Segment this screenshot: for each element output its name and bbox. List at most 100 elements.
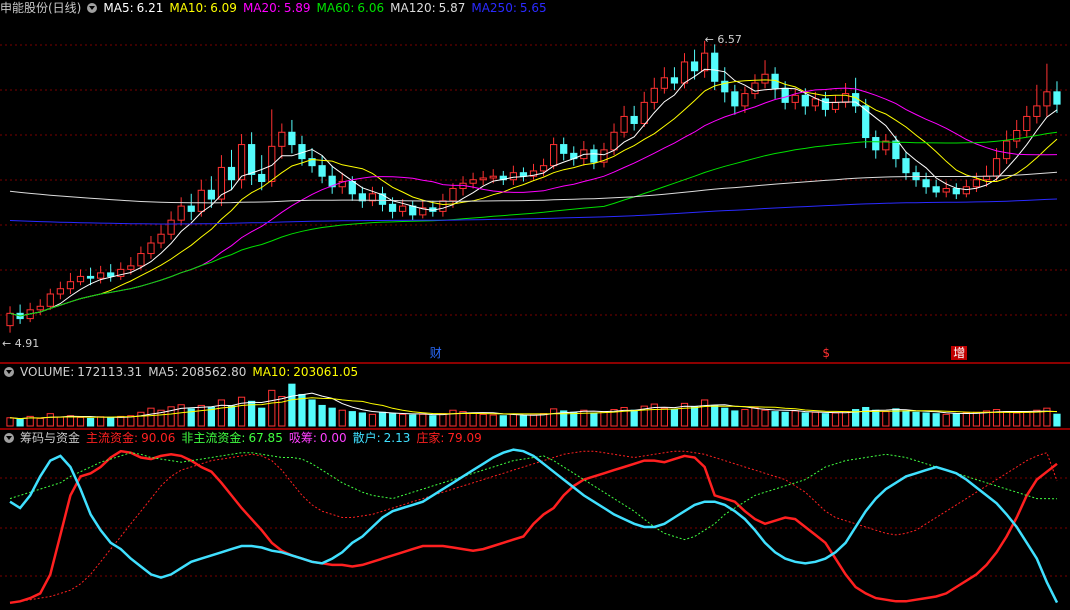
volume-bar [942,413,950,427]
candle-body [399,205,407,212]
candle-body [147,242,155,255]
volume-bar [972,411,981,427]
volume-bar [580,409,588,427]
candle-body [550,144,558,167]
candle-body [56,288,64,295]
volume-bar [932,413,940,427]
volume-bar [831,412,840,427]
volume-bar [16,418,24,427]
candle-body [902,158,910,174]
candle-body [519,172,528,177]
volume-bar [509,413,517,427]
volume-bar [600,411,608,427]
volume-bar [690,406,699,427]
indicator-legend-value: 79.09 [447,431,482,445]
volume-bar [751,406,759,427]
candle-body [86,275,95,279]
candle-body [690,61,699,72]
candle-body [439,200,447,212]
dividend-marker[interactable]: $ [820,346,832,360]
candle-body [922,179,930,188]
volume-bar [781,411,789,427]
volume-bar [539,413,548,427]
candle-body [348,180,356,195]
indicator-chart[interactable] [0,430,1070,610]
volume-bar [76,416,85,427]
volume-settings-gear-icon[interactable] [4,367,14,377]
volume-bar [318,404,326,427]
candle-body [318,165,326,177]
candle-body [278,131,286,147]
volume-bar [237,396,246,427]
volume-bar [388,413,397,427]
price-legend-value: 5.89 [283,1,311,15]
high-price-label: ← 6.57 [704,32,742,46]
stock-title[interactable]: 申能股份(日线) [0,1,81,15]
volume-bar [419,413,427,427]
volume-bar [36,417,44,427]
volume-bar [660,407,668,427]
indicator-settings-gear-icon[interactable] [4,433,14,443]
volume-bar [147,407,155,427]
indicator-legend-label: 主流资金: [86,431,139,445]
volume-bar [348,411,356,427]
volume-bar [479,413,487,427]
candle-body [791,94,799,103]
ma10-line [9,79,1058,317]
volume-bar [439,413,447,427]
candle-body [1043,91,1051,107]
share-increase-marker[interactable]: 增 [951,346,968,360]
volume-legend-label: MA5: [148,365,179,379]
volume-bar [429,415,437,427]
volume-bar [529,414,538,427]
candle-body [821,98,830,110]
candle-body [177,205,185,221]
candle-body [741,93,749,107]
candle-body [1053,91,1061,105]
indicator-panel: 筹码与资金 主流资金: 90.06 非主流资金: 67.85 吸筹: 0.00 散户: 2.13… [0,430,1070,610]
candle-body [489,175,497,179]
candle-body [1033,105,1041,117]
indicator-legend-label: 庄家: [416,431,445,445]
volume-bar [137,411,145,427]
candle-body [811,98,819,107]
candle-body [701,52,709,72]
volume-legend-label: MA10: [252,365,291,379]
volume-bar [6,417,14,427]
indicator-title[interactable]: 筹码与资金 [20,431,80,445]
price-legend-label: MA120: [390,1,436,15]
volume-bar [227,405,236,427]
candle-body [227,166,236,181]
settings-gear-icon[interactable] [87,3,98,13]
candle-body [1023,115,1031,132]
candle-body [66,281,75,290]
candle-body [6,312,14,327]
price-legend-label: MA5: [103,1,134,15]
volume-bar [399,413,407,427]
candle-body [187,205,195,212]
finance-marker[interactable]: 财 [428,346,444,360]
volume-panel: VOLUME: 172113.31 MA5: 208562.80 MA10: 203061… [0,364,1070,428]
indicator-line-庄家 [9,450,1058,604]
indicator-legend-3: 散户: 2.13 [353,431,411,445]
indicator-legend-value: 90.06 [141,431,176,445]
volume-bar [791,410,799,427]
candle-body [781,87,789,103]
volume-bar [761,409,769,427]
candle-body [107,272,115,277]
candle-body [972,179,981,188]
price-legend: 申能股份(日线) MA5: 6.21 MA10: 6.09 MA20: 5.89 MA60: 6… [0,0,559,16]
indicator-legend-4: 庄家: 79.09 [416,431,481,445]
volume-bar [449,409,457,427]
price-chart[interactable] [0,0,1070,362]
volume-bar [630,409,638,427]
candle-body [479,177,487,181]
candle-body [942,188,950,193]
candle-body [761,73,769,84]
volume-bar [550,408,558,427]
volume-bar [590,412,598,427]
candle-body [952,188,960,195]
candle-body [590,149,598,163]
price-legend-2: MA20: 5.89 [243,1,311,15]
volume-bar [308,399,316,427]
